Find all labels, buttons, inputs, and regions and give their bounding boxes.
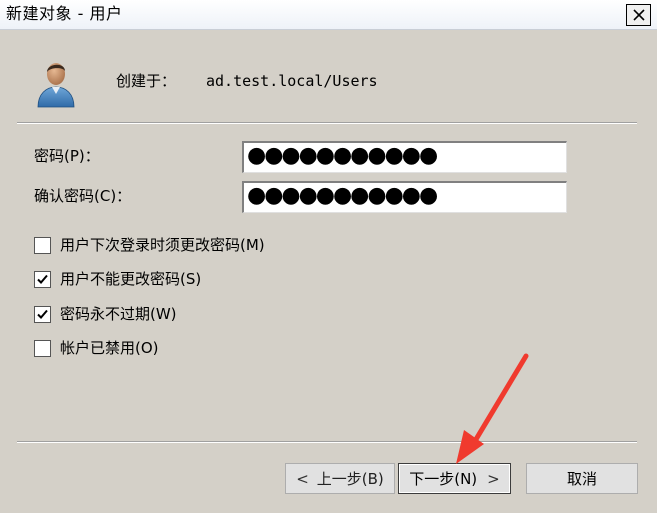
checkmark-icon [37,274,48,284]
confirm-password-label: 确认密码(C)： [34,187,132,205]
next-button-label: 下一步(N) [409,470,478,488]
cannot-change-password-checkbox[interactable] [34,271,51,288]
user-icon [37,63,75,108]
account-disabled-label[interactable]: 帐户已禁用(O) [60,338,159,358]
chevron-right-icon: > [487,469,500,488]
checkmark-icon [37,309,48,319]
create-in-label: 创建于： [116,72,177,90]
back-button-label: 上一步(B) [316,470,384,488]
password-label: 密码(P)： [34,147,100,165]
password-field[interactable]: ●●●●●●●●●●● [242,141,567,173]
divider-bottom [17,441,637,443]
chevron-left-icon: < [296,469,309,488]
cancel-button-label: 取消 [566,470,597,488]
must-change-password-label[interactable]: 用户下次登录时须更改密码(M) [60,235,265,255]
window-title: 新建对象 - 用户 [6,4,123,23]
account-disabled-checkbox[interactable] [34,340,51,357]
create-in-path: ad.test.local/Users [206,72,378,90]
cannot-change-password-label[interactable]: 用户不能更改密码(S) [60,269,201,289]
password-never-expires-label[interactable]: 密码永不过期(W) [60,304,177,324]
confirm-password-field[interactable]: ●●●●●●●●●●● [242,181,567,213]
divider-top [17,122,637,124]
must-change-password-checkbox[interactable] [34,237,51,254]
close-button[interactable] [626,4,651,26]
close-icon [632,9,645,21]
title-bar: 新建对象 - 用户 [0,0,657,30]
red-arrow-annotation [456,353,529,464]
password-never-expires-checkbox[interactable] [34,306,51,323]
back-button[interactable]: < 上一步(B) [285,463,395,494]
cancel-button[interactable]: 取消 [526,463,638,494]
